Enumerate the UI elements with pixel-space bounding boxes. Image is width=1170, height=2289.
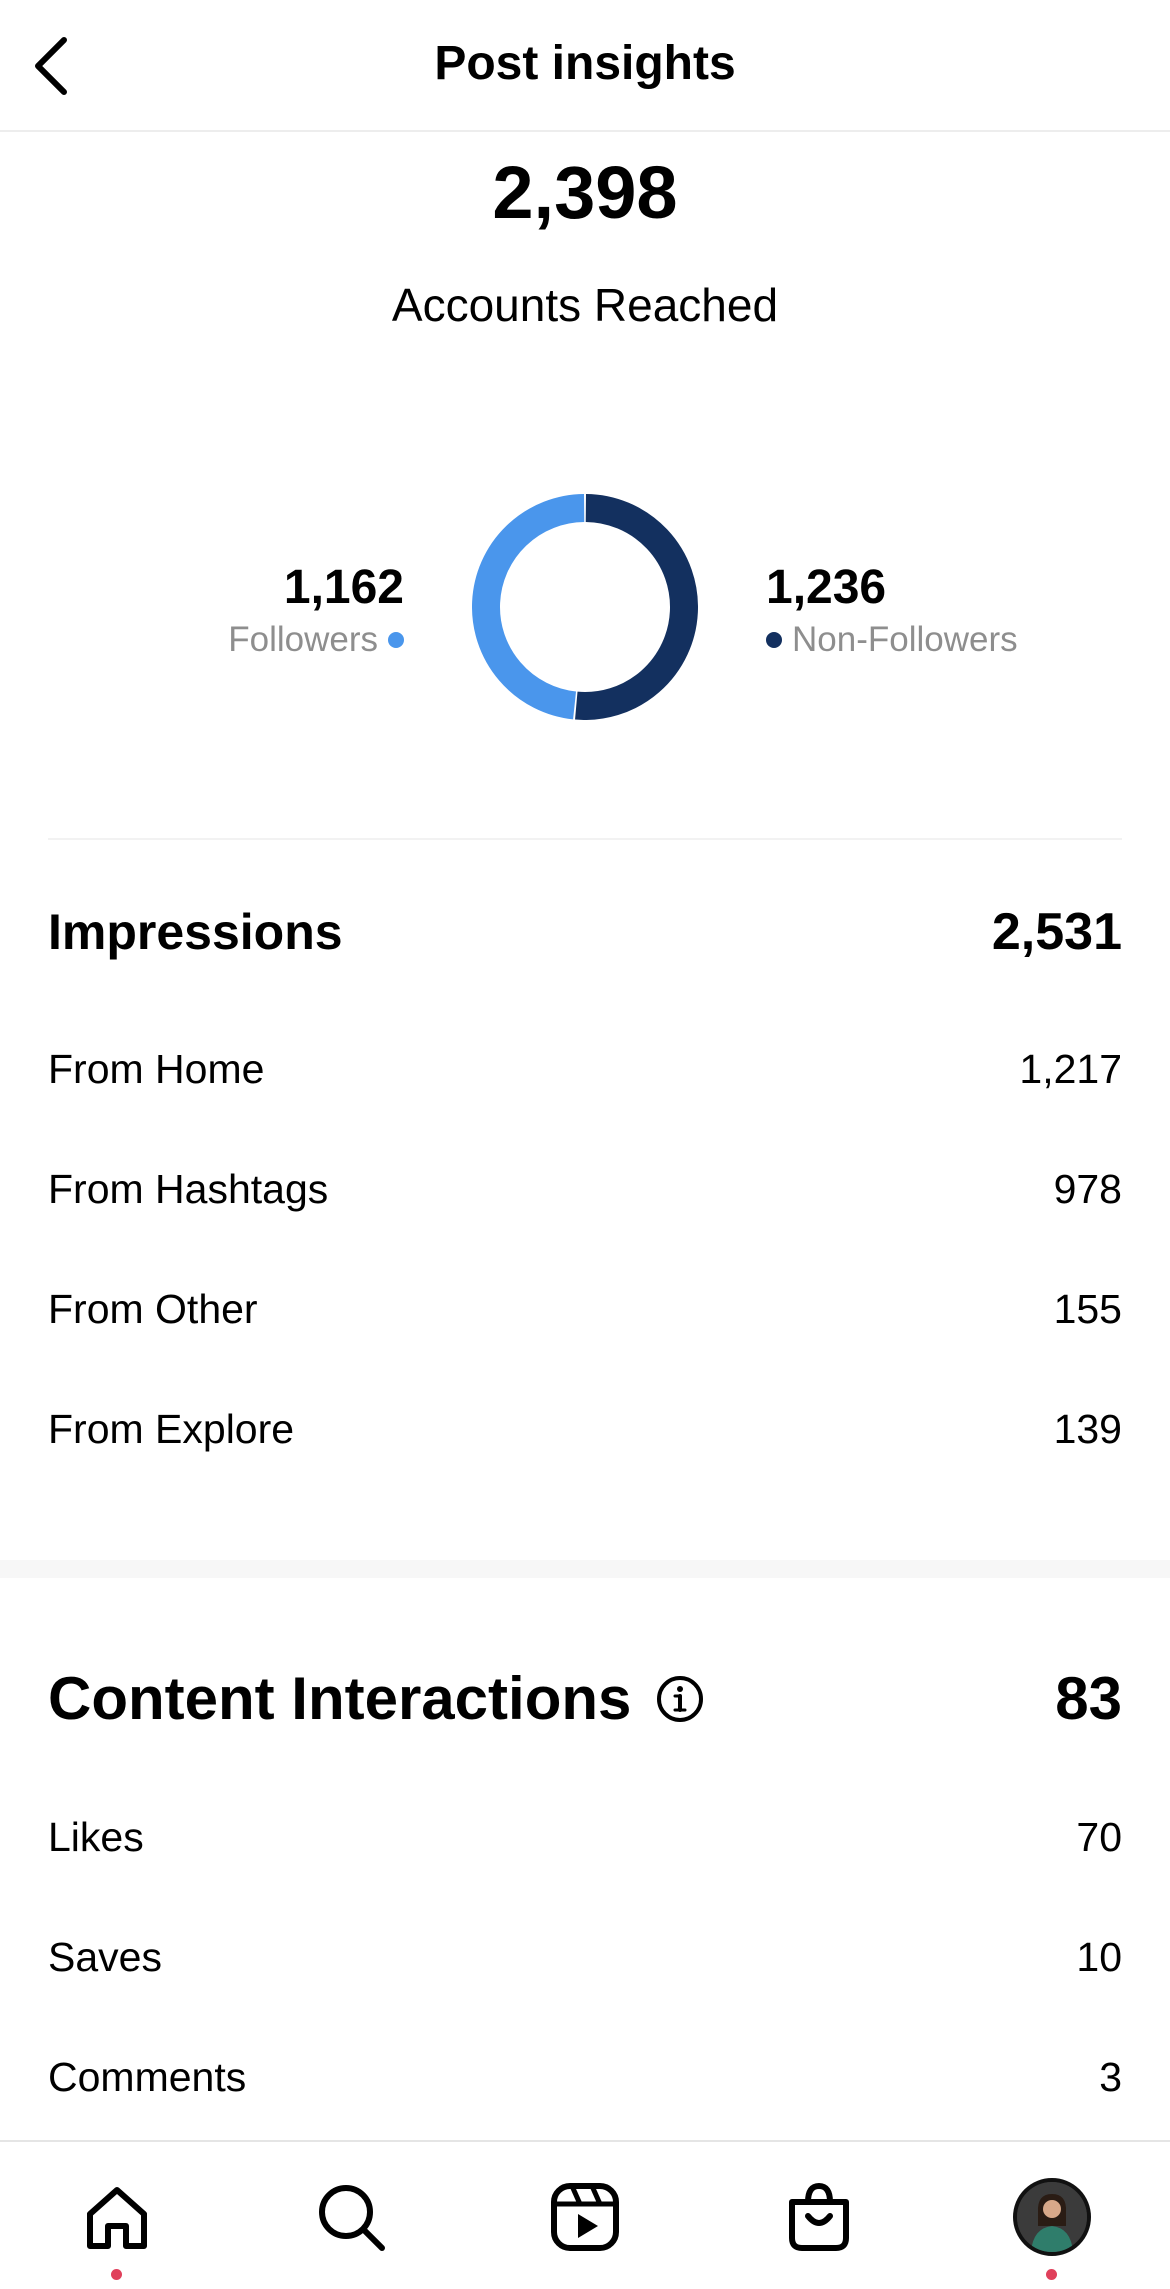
followers-legend: 1,162 Followers [228, 558, 404, 662]
section-separator [0, 1560, 1170, 1578]
home-notification-dot [111, 2269, 122, 2280]
audience-donut-chart [472, 494, 698, 720]
followers-value: 1,162 [283, 561, 404, 614]
tab-profile[interactable] [1007, 2172, 1097, 2262]
row-label: From Other [48, 1286, 258, 1332]
row-label: Likes [48, 1814, 144, 1860]
tab-home[interactable] [72, 2172, 162, 2262]
interactions-title: Content Interactions [48, 1665, 632, 1732]
accounts-reached-value: 2,398 [492, 151, 678, 234]
accounts-reached-label: Accounts Reached [391, 279, 779, 331]
row-label: From Home [48, 1046, 265, 1092]
avatar [1013, 2178, 1091, 2256]
row-value: 978 [1053, 1166, 1122, 1212]
shop-icon [789, 2182, 849, 2251]
followers-label: Followers [228, 620, 378, 659]
row-value: 155 [1053, 1286, 1122, 1332]
followers-arc [472, 494, 585, 720]
non-followers-dot [766, 632, 782, 648]
non-followers-value: 1,236 [766, 561, 887, 614]
row-value: 10 [1076, 1934, 1122, 1980]
search-icon [319, 2185, 385, 2251]
row-value: 1,217 [1019, 1046, 1122, 1092]
home-icon [87, 2187, 147, 2249]
section-divider [48, 838, 1122, 840]
impressions-title: Impressions [48, 904, 343, 960]
interactions-total: 83 [1055, 1665, 1122, 1732]
top-bar: Post insights [0, 0, 1170, 132]
interactions-header: Content Interactions 83 [48, 1664, 1122, 1733]
list-item: From Hashtags 978 [48, 1166, 1122, 1213]
row-value: 3 [1099, 2054, 1122, 2100]
bottom-tab-bar [0, 2140, 1170, 2289]
list-item: From Other 155 [48, 1286, 1122, 1333]
reels-icon [551, 2183, 619, 2251]
non-followers-arc [575, 494, 698, 720]
row-label: From Explore [48, 1406, 295, 1452]
row-label: From Hashtags [48, 1166, 329, 1212]
list-item: From Explore 139 [48, 1406, 1122, 1453]
list-item: Comments 3 [48, 2054, 1122, 2101]
row-value: 139 [1053, 1406, 1122, 1452]
non-followers-legend: 1,236 Non-Followers [766, 558, 1018, 662]
tab-search[interactable] [306, 2172, 396, 2262]
profile-notification-dot [1046, 2269, 1057, 2280]
row-label: Saves [48, 1934, 162, 1980]
info-icon[interactable] [655, 1674, 705, 1724]
list-item: From Home 1,217 [48, 1046, 1122, 1093]
impressions-total: 2,531 [991, 903, 1122, 961]
followers-dot [388, 632, 404, 648]
impressions-header: Impressions 2,531 [48, 902, 1122, 962]
row-label: Comments [48, 2054, 247, 2100]
non-followers-label: Non-Followers [792, 620, 1018, 659]
list-item: Likes 70 [48, 1814, 1122, 1861]
tab-reels[interactable] [540, 2172, 630, 2262]
tab-shop[interactable] [774, 2172, 864, 2262]
row-value: 70 [1076, 1814, 1122, 1860]
list-item: Saves 10 [48, 1934, 1122, 1981]
page-title: Post insights [434, 37, 736, 90]
